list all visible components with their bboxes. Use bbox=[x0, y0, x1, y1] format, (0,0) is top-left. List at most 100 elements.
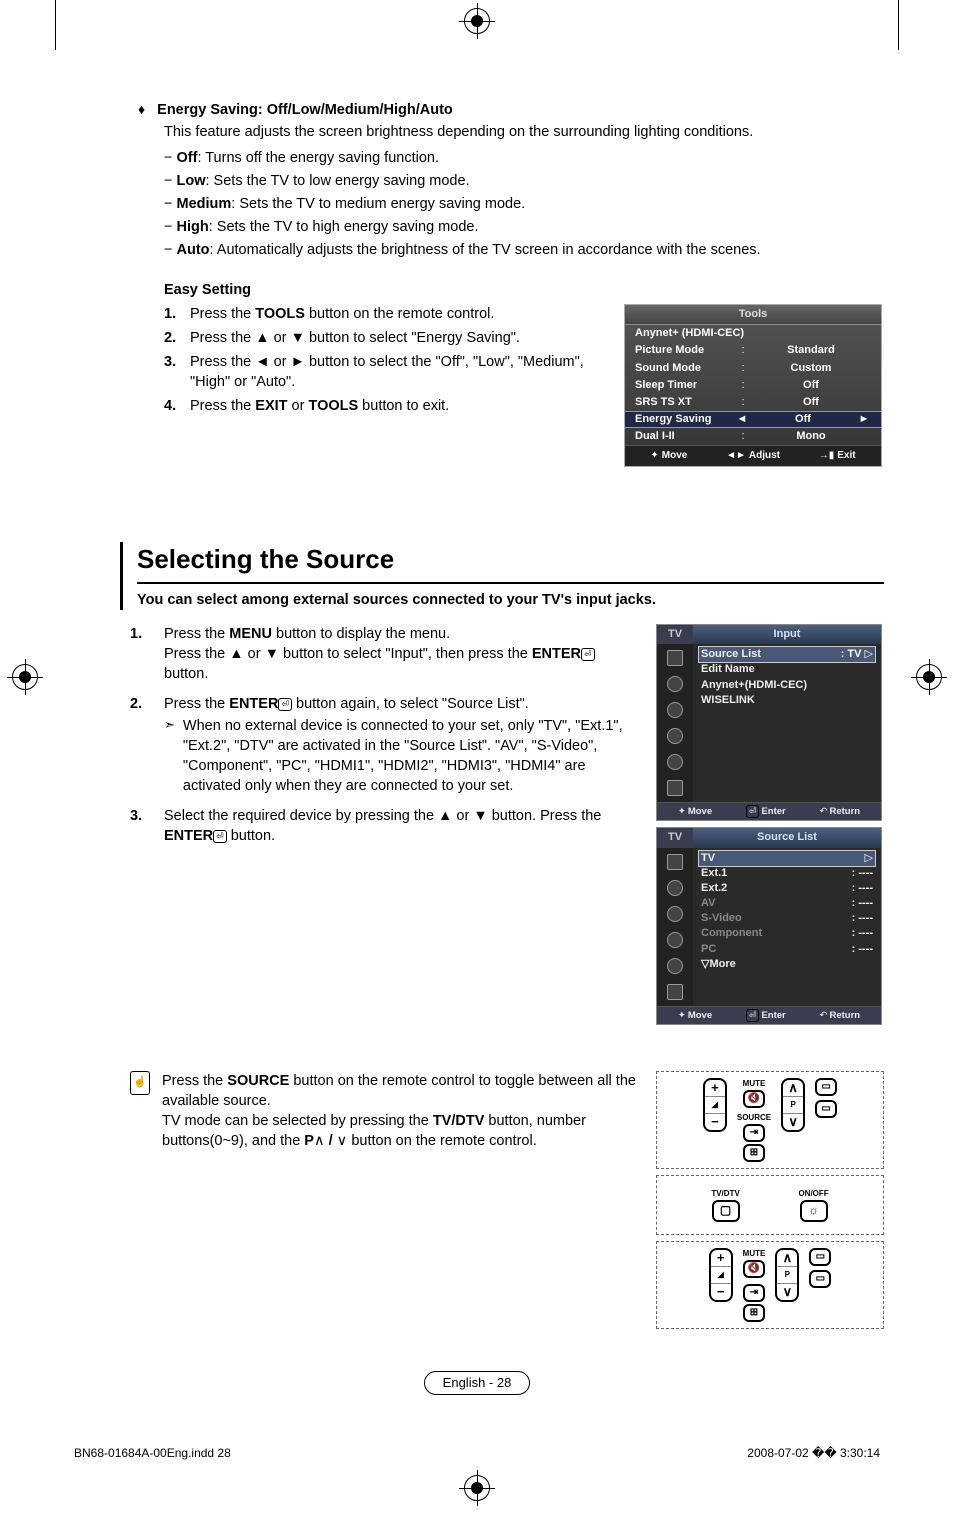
aux-button-2: ▭ bbox=[809, 1270, 831, 1288]
remote-diagram-1: + ◢ − MUTE 🔇 SOURCE ⇥ ⊞ ∧ bbox=[656, 1071, 884, 1169]
adjust-label: Adjust bbox=[749, 449, 780, 463]
osd-row: WISELINK bbox=[699, 693, 875, 708]
energy-saving-item: − Low: Sets the TV to low energy saving … bbox=[164, 171, 884, 191]
exit-label: Exit bbox=[837, 449, 855, 463]
text: button. bbox=[164, 666, 208, 682]
easy-step: 3.Press the ◄ or ► button to select the … bbox=[164, 352, 606, 392]
osd-return: ↶Return bbox=[820, 1009, 861, 1022]
aux-button-2: ▭ bbox=[815, 1100, 837, 1118]
sourcelist-osd-title: Source List bbox=[693, 828, 881, 847]
step-number: 3. bbox=[130, 806, 150, 846]
indd-filename: BN68-01684A-00Eng.indd 28 bbox=[74, 1445, 231, 1462]
easy-step: 4.Press the EXIT or TOOLS button to exit… bbox=[164, 396, 606, 416]
text: Press the bbox=[164, 696, 229, 712]
enter-icon: ⏎ bbox=[581, 648, 595, 661]
step-number: 1. bbox=[130, 624, 150, 684]
registration-mark-icon bbox=[464, 8, 490, 34]
enter-icon: ⏎ bbox=[213, 830, 227, 843]
crop-mark bbox=[55, 0, 56, 50]
diamond-bullet-icon: ♦ bbox=[138, 100, 145, 120]
enter-icon: ⏎ bbox=[746, 1009, 760, 1022]
up-icon: ∧ bbox=[783, 1080, 803, 1096]
text: TV mode can be selected by pressing the bbox=[162, 1113, 433, 1129]
text: button again, to select "Source List". bbox=[292, 696, 529, 712]
remote-diagram-3: + ◢ − MUTE 🔇 ⇥ ⊞ ∧ P bbox=[656, 1241, 884, 1329]
return-label: Return bbox=[829, 805, 860, 818]
osd-footer-exit: →▮ Exit bbox=[819, 449, 856, 463]
osd-row: Component: ---- bbox=[699, 926, 875, 941]
text: Select the required device by pressing t… bbox=[164, 808, 601, 824]
text: Press the bbox=[162, 1073, 227, 1089]
vol-icon: ◢ bbox=[711, 1266, 731, 1284]
input-icon bbox=[667, 754, 683, 770]
step-1-body: Press the MENU button to display the men… bbox=[164, 624, 638, 684]
enter-icon: ⏎ bbox=[746, 805, 760, 818]
remote-diagram-2: TV/DTV ▢ ON/OFF ☼ bbox=[656, 1175, 884, 1235]
up-icon: ∧ bbox=[777, 1250, 797, 1266]
input-icon bbox=[667, 958, 683, 974]
tvdtv-button: ▢ bbox=[712, 1200, 740, 1222]
source-label: SOURCE bbox=[737, 1112, 771, 1123]
volume-rocker: + ◢ − bbox=[709, 1248, 733, 1302]
osd-row: Edit Name bbox=[699, 662, 875, 677]
wiselink-icon bbox=[667, 984, 683, 1000]
channel-icon bbox=[667, 702, 683, 718]
setup-icon bbox=[667, 932, 683, 948]
osd-side-icons bbox=[657, 644, 693, 802]
text: Press the ▲ or ▼ button to select "Input… bbox=[164, 646, 532, 662]
osd-row: PC: ---- bbox=[699, 942, 875, 957]
enter-label: ENTER bbox=[532, 646, 581, 662]
easy-step: 2.Press the ▲ or ▼ button to select "Ene… bbox=[164, 328, 606, 348]
remote-icon: ☝ bbox=[130, 1071, 150, 1095]
tools-osd-row: Sound Mode:Custom bbox=[625, 360, 881, 377]
move-label: Move bbox=[688, 1009, 712, 1022]
osd-row: S-Video: ---- bbox=[699, 911, 875, 926]
sourcelist-osd-panel: TV Source List TV ▷Ext.1: ----Ext.2: - bbox=[656, 827, 882, 1024]
input-osd-panel: TV Input Source List: TV ▷Edit NameAny bbox=[656, 624, 882, 821]
text: button on the remote control. bbox=[347, 1133, 536, 1149]
energy-saving-item: − Medium: Sets the TV to medium energy s… bbox=[164, 194, 884, 214]
volume-rocker: + ◢ − bbox=[703, 1078, 727, 1132]
slash: / bbox=[325, 1133, 337, 1149]
step-2-note: When no external device is connected to … bbox=[183, 716, 638, 796]
p-label: P bbox=[777, 1266, 797, 1284]
onoff-button: ☼ bbox=[800, 1200, 828, 1222]
osd-enter: ⏎Enter bbox=[746, 805, 786, 818]
channel-rocker: ∧ P ∨ bbox=[775, 1248, 799, 1302]
osd-row: ▽More bbox=[699, 957, 875, 972]
osd-row: Ext.2: ---- bbox=[699, 881, 875, 896]
aux-button-1: ▭ bbox=[809, 1248, 831, 1266]
tools-osd-row: Sleep Timer:Off bbox=[625, 377, 881, 394]
down-icon: ∨ bbox=[783, 1114, 803, 1130]
osd-row: Ext.1: ---- bbox=[699, 866, 875, 881]
easy-setting-heading: Easy Setting bbox=[164, 280, 884, 300]
aux-button-1: ▭ bbox=[815, 1078, 837, 1096]
osd-tv-badge: TV bbox=[657, 828, 693, 847]
channel-icon bbox=[667, 906, 683, 922]
mute-button: 🔇 bbox=[743, 1090, 765, 1108]
enter-icon: ⏎ bbox=[278, 698, 292, 711]
osd-tv-badge: TV bbox=[657, 625, 693, 644]
menu-label: MENU bbox=[229, 626, 272, 642]
enter-text: Enter bbox=[761, 805, 785, 818]
input-osd-title: Input bbox=[693, 625, 881, 644]
energy-saving-item: − Auto: Automatically adjusts the bright… bbox=[164, 240, 884, 260]
minus-icon: − bbox=[705, 1114, 725, 1130]
step-2-body: Press the ENTER⏎ button again, to select… bbox=[164, 694, 638, 796]
step-3-body: Select the required device by pressing t… bbox=[164, 806, 638, 846]
osd-row: Anynet+(HDMI-CEC) bbox=[699, 678, 875, 693]
picture-icon bbox=[667, 650, 683, 666]
osd-move: ✦Move bbox=[678, 1009, 712, 1022]
heading-rule bbox=[137, 582, 884, 584]
energy-saving-item: − Off: Turns off the energy saving funct… bbox=[164, 148, 884, 168]
remote-note-text: Press the SOURCE button on the remote co… bbox=[162, 1071, 640, 1335]
osd-row: TV ▷ bbox=[698, 850, 876, 867]
tools-osd-row: Anynet+ (HDMI-CEC) bbox=[625, 325, 881, 342]
tvdtv-label: TV/DTV bbox=[433, 1113, 485, 1129]
setup-icon bbox=[667, 728, 683, 744]
osd-side-icons bbox=[657, 848, 693, 1006]
registration-mark-icon bbox=[12, 664, 38, 690]
p-label: P bbox=[304, 1133, 314, 1149]
source-button: ⇥ bbox=[743, 1284, 765, 1302]
selecting-source-intro: You can select among external sources co… bbox=[137, 590, 884, 610]
